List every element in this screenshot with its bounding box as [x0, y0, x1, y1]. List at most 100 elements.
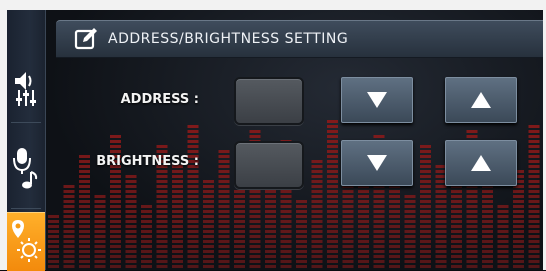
equalizer-segment [528, 210, 540, 213]
equalizer-segment [404, 235, 416, 238]
address-label: ADDRESS : [120, 92, 199, 107]
equalizer-segment [234, 215, 245, 218]
equalizer-segment [110, 255, 121, 258]
equalizer-segment [187, 260, 199, 263]
equalizer-segment [528, 235, 540, 238]
equalizer-segment [172, 220, 183, 223]
equalizer-segment [110, 185, 121, 188]
equalizer-segment [63, 265, 75, 268]
sidebar-item-audio[interactable] [7, 62, 45, 114]
equalizer-segment [79, 190, 90, 193]
equalizer-segment [466, 235, 478, 238]
equalizer-segment [420, 170, 431, 173]
equalizer-segment [451, 240, 462, 243]
equalizer-segment [156, 260, 168, 263]
equalizer-segment [218, 175, 230, 178]
equalizer-segment [358, 230, 369, 233]
equalizer-segment [497, 265, 509, 268]
equalizer-segment [420, 260, 431, 263]
equalizer-segment [265, 250, 276, 253]
equalizer-segment [280, 230, 292, 233]
brightness-down-button[interactable] [341, 140, 413, 186]
equalizer-segment [528, 170, 540, 173]
equalizer-segment [513, 205, 524, 208]
equalizer-segment [389, 220, 400, 223]
equalizer-segment [451, 230, 462, 233]
equalizer-segment [466, 225, 478, 228]
equalizer-segment [110, 260, 121, 263]
equalizer-segment [187, 205, 199, 208]
equalizer-segment [420, 145, 431, 148]
equalizer-segment [513, 265, 524, 268]
equalizer-segment [141, 245, 152, 248]
equalizer-segment [373, 250, 385, 253]
equalizer-segment [94, 235, 106, 238]
equalizer-segment [218, 185, 230, 188]
equalizer-segment [373, 195, 385, 198]
brightness-up-button[interactable] [445, 140, 517, 186]
equalizer-segment [528, 220, 540, 223]
equalizer-segment [125, 225, 137, 228]
equalizer-segment [265, 220, 276, 223]
equalizer-segment [513, 240, 524, 243]
brightness-value-field [234, 141, 304, 189]
equalizer-segment [466, 265, 478, 268]
address-up-button[interactable] [445, 77, 517, 123]
sidebar-item-voice[interactable] [7, 142, 45, 194]
equalizer-segment [342, 250, 354, 253]
equalizer-segment [141, 210, 152, 213]
equalizer-segment [451, 235, 462, 238]
equalizer-segment [125, 175, 137, 178]
equalizer-segment [358, 200, 369, 203]
equalizer-segment [420, 235, 431, 238]
equalizer-segment [420, 230, 431, 233]
equalizer-segment [187, 125, 199, 128]
equalizer-segment [125, 215, 137, 218]
equalizer-segment [156, 175, 168, 178]
equalizer-segment [497, 255, 509, 258]
equalizer-segment [187, 225, 199, 228]
equalizer-segment [513, 190, 524, 193]
equalizer-segment [327, 240, 338, 243]
equalizer-segment [265, 225, 276, 228]
equalizer-segment [141, 205, 152, 208]
equalizer-segment [373, 225, 385, 228]
equalizer-segment [482, 245, 493, 248]
equalizer-segment [249, 255, 261, 258]
equalizer-segment [187, 190, 199, 193]
equalizer-segment [327, 170, 338, 173]
equalizer-segment [63, 235, 75, 238]
equalizer-segment [389, 190, 400, 193]
equalizer-segment [435, 255, 447, 258]
equalizer-segment [389, 245, 400, 248]
equalizer-segment [296, 235, 307, 238]
address-value-field [234, 77, 304, 125]
equalizer-segment [296, 245, 307, 248]
equalizer-segment [94, 245, 106, 248]
equalizer-segment [466, 255, 478, 258]
equalizer-segment [342, 240, 354, 243]
equalizer-segment [420, 150, 431, 153]
equalizer-segment [110, 175, 121, 178]
equalizer-segment [420, 165, 431, 168]
equalizer-segment [79, 165, 90, 168]
equalizer-segment [141, 240, 152, 243]
equalizer-segment [187, 255, 199, 258]
page-header: ADDRESS/BRIGHTNESS SETTING [56, 20, 543, 58]
equalizer-segment [451, 190, 462, 193]
equalizer-segment [373, 265, 385, 268]
equalizer-segment [482, 250, 493, 253]
equalizer-segment [187, 250, 199, 253]
equalizer-segment [125, 180, 137, 183]
equalizer-segment [110, 150, 121, 153]
equalizer-segment [63, 220, 75, 223]
equalizer-segment [311, 200, 323, 203]
equalizer-segment [389, 225, 400, 228]
address-down-button[interactable] [341, 77, 413, 123]
equalizer-segment [311, 230, 323, 233]
equalizer-segment [358, 240, 369, 243]
equalizer-segment [466, 210, 478, 213]
sidebar-item-display[interactable] [7, 212, 45, 271]
equalizer-segment [373, 255, 385, 258]
equalizer-segment [218, 210, 230, 213]
